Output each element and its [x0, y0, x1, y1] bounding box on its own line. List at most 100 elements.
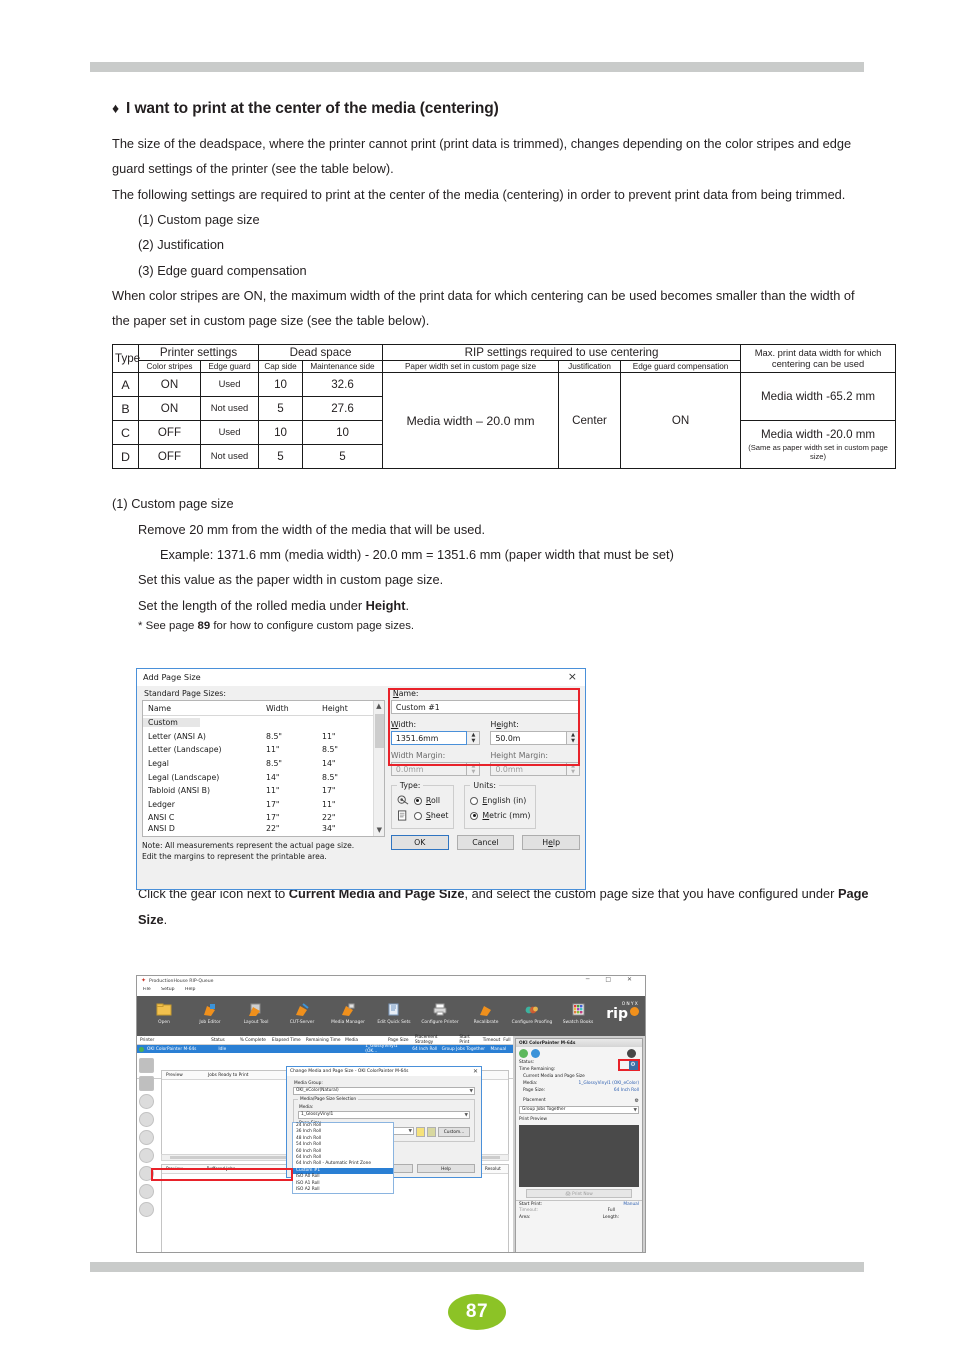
- height-margin-input[interactable]: 0.0mm: [490, 762, 567, 776]
- menu-help[interactable]: Help: [185, 987, 195, 992]
- cell-cap-side: 5: [258, 444, 304, 470]
- toolbar-swatch-books[interactable]: Swatch Books: [555, 1000, 601, 1025]
- list-scrollbar[interactable]: ▲ ▼: [372, 701, 384, 836]
- stepper-down-icon[interactable]: ▼: [567, 738, 579, 744]
- width-input[interactable]: 1351.6mm: [390, 731, 468, 745]
- toolbar-media-manager[interactable]: Media Manager: [325, 1000, 371, 1025]
- radio-roll-control[interactable]: [413, 796, 422, 805]
- toolbar-recalibrate[interactable]: Recalibrate: [463, 1000, 509, 1025]
- list-item-name: Legal (Landscape): [148, 772, 220, 782]
- height-margin-label: Height Margin:: [490, 751, 548, 760]
- width-margin-input[interactable]: 0.0mm: [390, 762, 468, 776]
- media-group-select[interactable]: OKI_eColor(Natural) ▼: [293, 1087, 475, 1095]
- toolbar-label: Recalibrate: [473, 1020, 499, 1025]
- scrollbar-thumb[interactable]: [374, 714, 384, 748]
- panel-area-line: Area: Length:: [516, 1215, 642, 1222]
- page-size-dropdown-list[interactable]: 24 Inch Roll 36 Inch Roll 48 Inch Roll 5…: [292, 1122, 394, 1195]
- media-group-label: Media Group:: [294, 1081, 323, 1086]
- vtool-preview-icon[interactable]: [139, 1076, 154, 1091]
- name-input[interactable]: Custom #1: [390, 700, 580, 714]
- vtool-up-icon[interactable]: [139, 1094, 154, 1109]
- pause-printer-icon[interactable]: [627, 1049, 636, 1058]
- toolbar-job-editor[interactable]: Job Editor: [187, 1000, 233, 1025]
- list-item[interactable]: Legal (Landscape) 14" 8.5": [143, 770, 384, 784]
- media-select[interactable]: 1_GlossyVinyl1 ▼: [298, 1111, 470, 1119]
- help-button[interactable]: Help: [522, 835, 580, 850]
- placement-select[interactable]: Group Jobs Together ▼: [519, 1106, 639, 1114]
- ok-button[interactable]: OK: [390, 835, 449, 850]
- printer-list-row[interactable]: OKI ColorPainter M-64s Idle 1_GlossyViny…: [137, 1044, 513, 1054]
- radio-metric[interactable]: Metric (mm): [470, 808, 530, 823]
- scroll-up-icon[interactable]: ▲: [374, 701, 384, 711]
- scroll-down-icon[interactable]: ▼: [374, 825, 384, 835]
- radio-english[interactable]: English (in): [470, 793, 530, 808]
- vtool-comment-icon[interactable]: [139, 1166, 154, 1181]
- vtool-delete-icon[interactable]: [139, 1184, 154, 1199]
- radio-sheet-control[interactable]: [413, 811, 422, 820]
- dialog-title: Add Page Size: [143, 672, 201, 682]
- toolbar-cut-server[interactable]: CUT-Server: [279, 1000, 325, 1025]
- info-icon[interactable]: [531, 1049, 540, 1058]
- width-stepper[interactable]: ▲ ▼: [467, 731, 481, 745]
- list-item[interactable]: ANSI D 22" 34": [143, 825, 384, 832]
- window-controls[interactable]: ─ □ ✕: [586, 976, 639, 983]
- gear-icon[interactable]: ⚙: [628, 1061, 638, 1070]
- width-margin-stepper[interactable]: ▲ ▼: [467, 762, 481, 776]
- list-item[interactable]: ANSI C 17" 22": [143, 811, 384, 825]
- close-icon[interactable]: ✕: [473, 1068, 478, 1075]
- stepper-down-icon[interactable]: ▼: [467, 738, 479, 744]
- radio-sheet[interactable]: Sheet: [397, 808, 448, 823]
- height-stepper[interactable]: ▲ ▼: [567, 731, 580, 745]
- list-item[interactable]: Letter (Landscape) 11" 8.5": [143, 743, 384, 757]
- cell-edge-guard: Not used: [199, 396, 260, 422]
- list-item[interactable]: Tabloid (ANSI B) 11" 17": [143, 784, 384, 798]
- toolbar-label: Open: [158, 1020, 170, 1025]
- toolbar-edit-quick-sets[interactable]: Edit Quick Sets: [371, 1000, 417, 1025]
- vtool-bottom-icon[interactable]: [139, 1148, 154, 1163]
- vtool-edit-icon[interactable]: [139, 1058, 154, 1073]
- list-item[interactable]: Custom: [143, 716, 384, 730]
- toolbar-configure-proofing[interactable]: Configure Proofing: [509, 1000, 555, 1025]
- cell-color-stripes: OFF: [138, 444, 201, 470]
- diamond-bullet-icon: ♦: [112, 100, 120, 116]
- power-icon[interactable]: [519, 1049, 528, 1058]
- media-group-value: OKI_eColor(Natural): [296, 1088, 339, 1093]
- menu-file[interactable]: File: [143, 987, 151, 992]
- vtool-pause-icon[interactable]: [139, 1202, 154, 1217]
- page-number-badge: 87: [448, 1294, 506, 1330]
- height-margin-stepper[interactable]: ▲ ▼: [567, 762, 580, 776]
- step1-line4-bold: Height: [365, 597, 406, 613]
- standard-page-sizes-list[interactable]: Name Width Height Custom Letter (ANSI A)…: [142, 700, 385, 837]
- rip-right-pane: OKI ColorPainter M-64s Status: Idle Time…: [513, 1036, 645, 1252]
- vtool-clock-icon[interactable]: [139, 1112, 154, 1127]
- custom-button[interactable]: Custom...: [438, 1127, 470, 1137]
- portrait-orientation-icon[interactable]: [416, 1127, 425, 1137]
- toolbar-open[interactable]: Open: [141, 1000, 187, 1025]
- close-icon[interactable]: ×: [568, 670, 577, 683]
- toolbar-layout-tool[interactable]: Layout Tool: [233, 1000, 279, 1025]
- list-item[interactable]: Letter (ANSI A) 8.5" 11": [143, 730, 384, 744]
- toolbar-configure-printer[interactable]: Configure Printer: [417, 1000, 463, 1025]
- list-item[interactable]: Legal 8.5" 14": [143, 757, 384, 771]
- list-item[interactable]: Ledger 17" 11": [143, 798, 384, 812]
- landscape-orientation-icon[interactable]: [427, 1127, 436, 1137]
- cancel-button[interactable]: Cancel: [456, 835, 515, 850]
- cmd-title: Change Media and Page Size - OKI ColorPa…: [290, 1069, 409, 1074]
- radio-metric-control[interactable]: [470, 811, 479, 820]
- placement-label: Placement: [523, 1098, 546, 1103]
- radio-english-control[interactable]: [470, 796, 479, 805]
- recalibrate-icon: [463, 1000, 509, 1019]
- print-now-button[interactable]: 🖨 Print Now: [526, 1189, 632, 1198]
- placement-gear-icon[interactable]: ⚙: [635, 1098, 639, 1105]
- dropdown-option[interactable]: ISO A2 Roll: [293, 1187, 393, 1193]
- stepper-down-icon[interactable]: ▼: [567, 769, 579, 775]
- list-item-width: 17": [266, 813, 280, 823]
- stepper-down-icon[interactable]: ▼: [467, 769, 479, 775]
- height-input[interactable]: 50.0m: [490, 731, 567, 745]
- radio-roll[interactable]: Roll: [397, 793, 449, 808]
- cmd-help-button[interactable]: Help: [417, 1164, 475, 1173]
- toolbar-label: CUT-Server: [289, 1020, 315, 1025]
- vtool-down-icon[interactable]: [139, 1130, 154, 1145]
- menu-setup[interactable]: Setup: [161, 987, 174, 992]
- cell-cap-side: 10: [258, 372, 304, 398]
